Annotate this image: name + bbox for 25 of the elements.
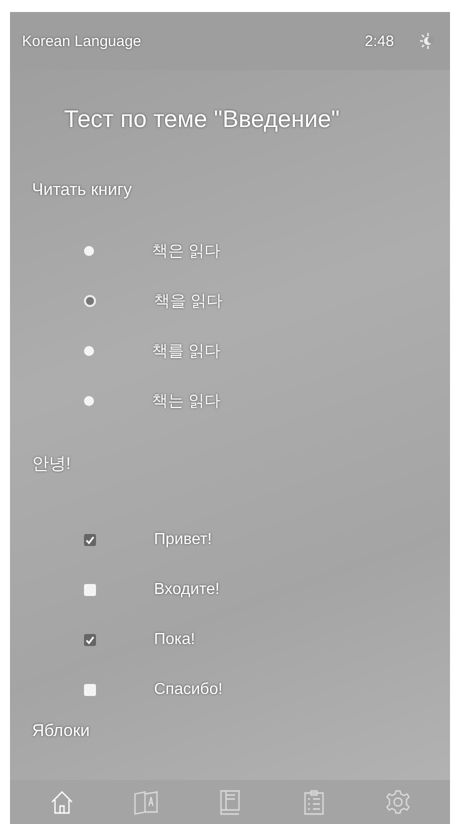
answer-option[interactable]: 책는 읽다 bbox=[152, 390, 220, 412]
radio-button[interactable] bbox=[84, 295, 96, 307]
home-icon[interactable] bbox=[49, 789, 75, 815]
question-text: Яблоки bbox=[32, 721, 91, 741]
checkbox[interactable] bbox=[84, 634, 96, 646]
checkbox[interactable] bbox=[84, 584, 96, 596]
settings-icon[interactable] bbox=[385, 789, 411, 815]
app-title: Korean Language bbox=[22, 32, 142, 50]
answer-option[interactable]: Спасибо! bbox=[154, 681, 223, 699]
radio-button[interactable] bbox=[84, 246, 94, 256]
answer-option[interactable]: Пока! bbox=[154, 631, 196, 649]
answer-option[interactable]: Привет! bbox=[154, 531, 212, 549]
question-text: 안녕! bbox=[32, 453, 72, 475]
time-text: 2:48 bbox=[364, 32, 394, 50]
radio-button[interactable] bbox=[84, 396, 94, 406]
checkbox[interactable] bbox=[84, 684, 96, 696]
translate-icon[interactable] bbox=[133, 789, 159, 815]
radio-button[interactable] bbox=[84, 346, 94, 356]
answer-option[interactable]: 책를 읽다 bbox=[152, 340, 220, 362]
question-text: Читать книгу bbox=[32, 180, 133, 200]
answer-option[interactable]: 책을 읽다 bbox=[154, 290, 222, 312]
answer-option[interactable]: 책은 읽다 bbox=[152, 240, 220, 262]
test-title: Тест по теме "Введение" bbox=[64, 106, 341, 134]
answer-option[interactable]: Входите! bbox=[154, 581, 220, 599]
checkbox[interactable] bbox=[84, 534, 96, 546]
